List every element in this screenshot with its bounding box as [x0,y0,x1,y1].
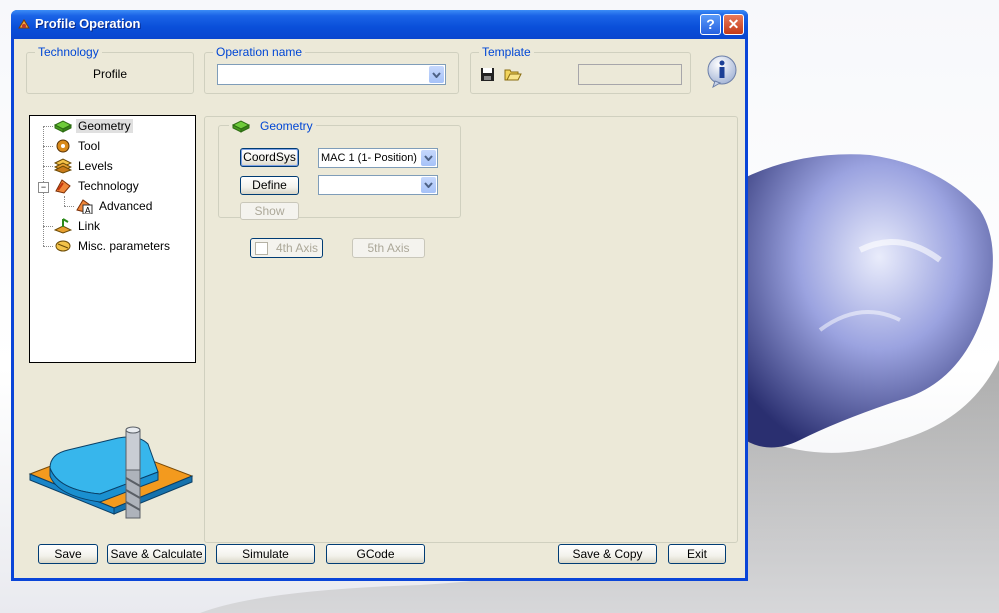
5th-axis-button[interactable]: 5th Axis [352,238,425,258]
gcode-button[interactable]: GCode [326,544,425,564]
geometry-icon [54,120,72,133]
template-name-field [578,64,682,85]
geometry-icon [232,120,250,133]
define-combobox[interactable] [318,175,438,195]
geometry-panel: Geometry CoordSys MAC 1 (1- Position) De… [204,116,738,543]
svg-text:A: A [85,206,91,214]
geometry-group-header: Geometry [229,118,316,134]
open-template-icon[interactable] [504,67,522,82]
save-template-icon[interactable] [480,67,495,82]
define-button[interactable]: Define [240,176,299,195]
geometry-group: Geometry CoordSys MAC 1 (1- Position) De… [218,118,461,220]
profile-operation-dialog: Profile Operation ? ✕ Technology Profile… [11,10,748,581]
tree-item-label: Technology [78,179,139,193]
link-icon [54,218,72,234]
tree-item-advanced[interactable]: A Advanced [75,197,154,215]
operation-name-label: Operation name [213,45,306,59]
window-title: Profile Operation [35,16,141,31]
save-calculate-button[interactable]: Save & Calculate [107,544,206,564]
tree-item-misc-parameters[interactable]: Misc. parameters [54,237,172,255]
tree-item-tool[interactable]: Tool [54,137,102,155]
4th-axis-checkbox-button[interactable]: 4th Axis [250,238,323,258]
collapse-toggle-icon[interactable]: − [38,182,49,193]
technology-value: Profile [92,67,127,81]
technology-icon [55,179,71,194]
tool-icon [56,139,70,153]
show-button[interactable]: Show [240,202,299,220]
template-label: Template [479,45,534,59]
tree-item-label: Tool [78,139,101,153]
app-icon [18,19,30,29]
chevron-down-icon[interactable] [421,150,436,166]
geometry-group-label: Geometry [260,119,313,133]
tree-item-label: Misc. parameters [78,239,171,253]
parameters-tree: − Geometry Tool Levels Technology A Adva… [29,115,196,363]
info-icon[interactable] [705,54,739,88]
close-button[interactable]: ✕ [723,14,744,35]
tree-item-label: Levels [78,159,113,173]
dialog-client-area: Technology Profile Operation name Templa… [14,39,745,578]
save-copy-button[interactable]: Save & Copy [558,544,657,564]
4th-axis-checkbox[interactable] [254,242,268,256]
coordsys-button[interactable]: CoordSys [240,148,299,167]
tree-item-link[interactable]: Link [54,217,102,235]
chevron-down-icon[interactable] [421,177,436,193]
simulate-button[interactable]: Simulate [216,544,315,564]
tree-item-label: Geometry [76,119,133,133]
chevron-down-icon[interactable] [429,66,444,83]
help-button[interactable]: ? [700,14,721,35]
4th-axis-label: 4th Axis [275,241,319,255]
technology-group: Technology Profile [26,45,194,94]
save-button[interactable]: Save [38,544,98,564]
levels-icon [54,158,72,174]
exit-button[interactable]: Exit [668,544,726,564]
tree-item-levels[interactable]: Levels [54,157,115,175]
coordsys-combobox[interactable]: MAC 1 (1- Position) [318,148,438,168]
profile-operation-preview-image [28,426,194,519]
title-bar[interactable]: Profile Operation ? ✕ [11,10,748,39]
operation-name-combobox[interactable] [217,64,446,85]
tree-item-geometry[interactable]: Geometry [54,117,133,135]
technology-group-label: Technology [35,45,102,59]
tree-item-label: Link [78,219,101,233]
tree-item-technology[interactable]: Technology [54,177,141,195]
advanced-icon: A [76,199,93,214]
template-group: Template [470,45,691,94]
operation-name-group: Operation name [204,45,459,94]
tree-item-label: Advanced [99,199,153,213]
coordsys-value: MAC 1 (1- Position) [321,152,417,164]
misc-parameters-icon [55,240,71,252]
